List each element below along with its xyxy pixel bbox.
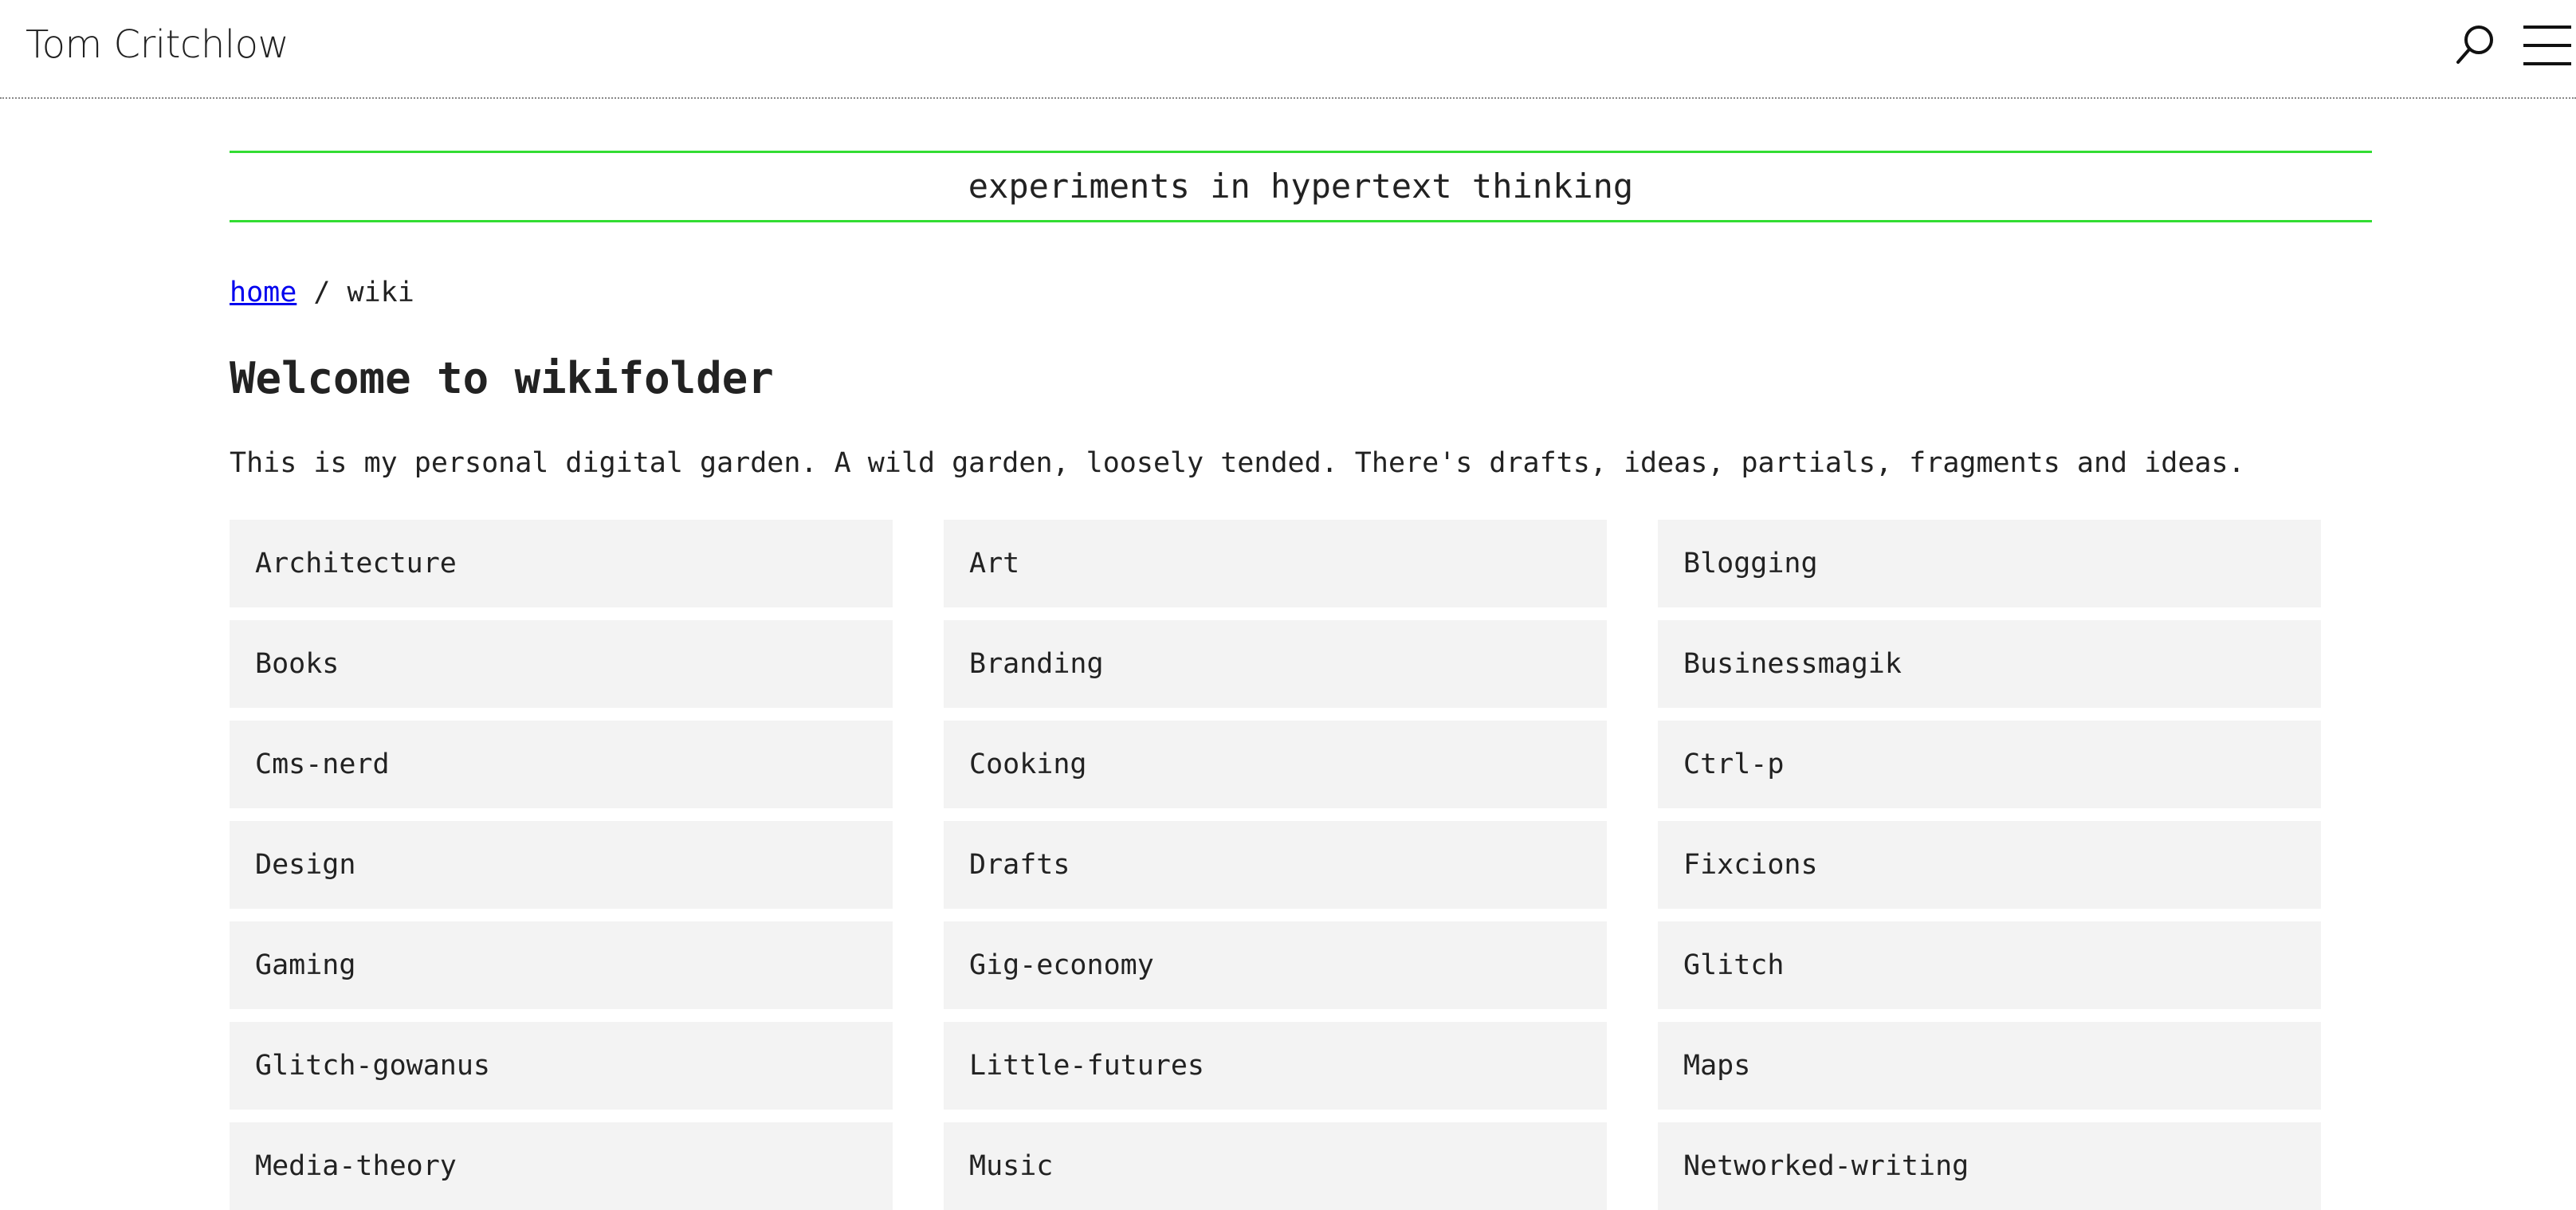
category-tile[interactable]: Media-theory (230, 1122, 893, 1210)
category-tile[interactable]: Businessmagik (1658, 620, 2321, 708)
tagline-banner: experiments in hypertext thinking (230, 151, 2372, 222)
hamburger-menu-icon[interactable] (2522, 24, 2573, 67)
category-tile[interactable]: Glitch (1658, 921, 2321, 1009)
category-tile[interactable]: Design (230, 821, 893, 909)
breadcrumb-home-link[interactable]: home (230, 277, 296, 308)
site-title[interactable]: Tom Critchlow (26, 21, 289, 69)
category-tile[interactable]: Gaming (230, 921, 893, 1009)
category-tile[interactable]: Music (944, 1122, 1607, 1210)
category-tile[interactable]: Ctrl-p (1658, 721, 2321, 808)
category-tile[interactable]: Art (944, 520, 1607, 607)
category-tile[interactable]: Cms-nerd (230, 721, 893, 808)
category-tile[interactable]: Networked-writing (1658, 1122, 2321, 1210)
category-tile[interactable]: Architecture (230, 520, 893, 607)
search-icon[interactable] (2453, 22, 2498, 67)
category-tile[interactable]: Branding (944, 620, 1607, 708)
category-tile[interactable]: Gig-economy (944, 921, 1607, 1009)
breadcrumb: home / wiki (230, 273, 414, 312)
category-grid: Architecture Art Blogging Books Branding Busi… (230, 520, 2321, 1210)
category-tile[interactable]: Fixcions (1658, 821, 2321, 909)
category-tile[interactable]: Little-futures (944, 1022, 1607, 1110)
category-tile[interactable]: Glitch-gowanus (230, 1022, 893, 1110)
category-tile[interactable]: Books (230, 620, 893, 708)
breadcrumb-separator: / (296, 277, 348, 308)
category-tile[interactable]: Maps (1658, 1022, 2321, 1110)
breadcrumb-current: wiki (347, 277, 414, 308)
top-navigation-bar: Tom Critchlow (0, 0, 2576, 99)
intro-paragraph: This is my personal digital garden. A wi… (230, 447, 2245, 479)
category-tile[interactable]: Blogging (1658, 520, 2321, 607)
category-tile[interactable]: Cooking (944, 721, 1607, 808)
page-title: Welcome to wikifolder (230, 353, 774, 403)
category-tile[interactable]: Drafts (944, 821, 1607, 909)
